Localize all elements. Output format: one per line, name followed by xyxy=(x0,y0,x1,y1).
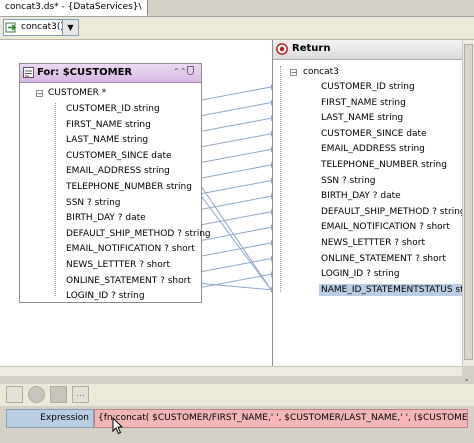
for-clause-icon xyxy=(23,67,34,78)
return-field-selected[interactable]: NAME_ID_STATEMENTSTATUS string xyxy=(319,283,474,296)
source-field[interactable]: FIRST_NAME string xyxy=(66,119,151,131)
expression-label: Expression xyxy=(6,409,94,428)
source-panel-header[interactable]: For: $CUSTOMER ⌃⌃ xyxy=(20,64,201,83)
source-panel-title: For: $CUSTOMER xyxy=(37,67,133,78)
return-icon xyxy=(276,43,288,55)
source-field[interactable]: EMAIL_NOTIFICATION ? short xyxy=(66,243,195,255)
source-field[interactable]: CUSTOMER_SINCE date xyxy=(66,150,172,162)
source-field[interactable]: DEFAULT_SHIP_METHOD ? string xyxy=(66,228,211,240)
collapse-toggle-icon[interactable]: − xyxy=(290,69,297,77)
source-field[interactable]: SSN ? string xyxy=(66,197,121,209)
function-selector-label: concat3() xyxy=(21,22,64,32)
tree-guide xyxy=(55,103,56,297)
return-field[interactable]: TELEPHONE_NUMBER string xyxy=(321,159,447,171)
return-field[interactable]: SSN ? string xyxy=(321,175,376,187)
return-field[interactable]: EMAIL_ADDRESS string xyxy=(321,143,425,155)
return-field[interactable]: LAST_NAME string xyxy=(321,112,403,124)
return-panel[interactable]: Return concat3− CUSTOMER_ID string FIRST_N… xyxy=(272,40,474,366)
source-field[interactable]: CUSTOMER_ID string xyxy=(66,103,160,115)
return-field[interactable]: ONLINE_STATEMENT ? short xyxy=(321,253,446,265)
more-icon[interactable]: … xyxy=(72,386,89,403)
return-field[interactable]: LOGIN_ID ? string xyxy=(321,268,400,280)
expression-input[interactable]: {fn:concat( $CUSTOMER/FIRST_NAME,' ', $C… xyxy=(94,409,468,428)
vertical-scrollbar-thumb[interactable] xyxy=(464,44,473,360)
source-field[interactable]: TELEPHONE_NUMBER string xyxy=(66,181,192,193)
return-panel-header[interactable]: Return xyxy=(273,40,463,60)
blank-button[interactable] xyxy=(6,386,23,403)
return-field[interactable]: CUSTOMER_SINCE date xyxy=(321,128,427,140)
collapse-toggle-icon[interactable]: − xyxy=(36,90,43,98)
save-icon[interactable] xyxy=(50,386,67,403)
chevron-down-icon[interactable]: ▼ xyxy=(62,20,78,35)
editor-tab-bar: concat3.ds* - {DataServices}\ xyxy=(0,0,474,17)
tree-guide xyxy=(280,66,281,293)
expression-row: Expression {fn:concat( $CUSTOMER/FIRST_N… xyxy=(0,406,474,443)
source-panel[interactable]: For: $CUSTOMER ⌃⌃ CUSTOMER * − CUSTOMER_ID… xyxy=(19,63,211,303)
source-field[interactable]: BIRTH_DAY ? date xyxy=(66,212,146,224)
return-field[interactable]: DEFAULT_SHIP_METHOD ? string xyxy=(321,206,466,218)
expression-toolbar: … xyxy=(0,384,474,407)
source-field[interactable]: LAST_NAME string xyxy=(66,134,148,146)
source-field[interactable]: EMAIL_ADDRESS string xyxy=(66,165,170,177)
function-icon xyxy=(5,22,17,33)
editor-tab[interactable]: concat3.ds* - {DataServices}\ xyxy=(0,0,148,16)
shield-icon[interactable] xyxy=(187,66,194,75)
cancel-icon[interactable] xyxy=(28,386,45,403)
toolbar: concat3() ▼ xyxy=(0,17,474,40)
return-root-node[interactable]: concat3 xyxy=(303,66,339,78)
return-panel-title: Return xyxy=(292,43,331,54)
return-field[interactable]: CUSTOMER_ID string xyxy=(321,81,415,93)
collapse-icon[interactable]: ⌃⌃ xyxy=(173,67,186,76)
mouse-cursor-icon xyxy=(112,417,124,435)
return-field[interactable]: NEWS_LETTTER ? short xyxy=(321,237,425,249)
source-root-node[interactable]: CUSTOMER * xyxy=(48,87,106,99)
source-field[interactable]: ONLINE_STATEMENT ? short xyxy=(66,275,191,287)
return-field[interactable]: FIRST_NAME string xyxy=(321,97,406,109)
source-field[interactable]: NEWS_LETTTER ? short xyxy=(66,259,170,271)
chevron-down-icon[interactable]: ⌄ xyxy=(463,374,470,383)
return-field[interactable]: BIRTH_DAY ? date xyxy=(321,190,401,202)
function-selector[interactable]: concat3() ▼ xyxy=(3,19,79,36)
return-field[interactable]: EMAIL_NOTIFICATION ? short xyxy=(321,221,450,233)
vertical-scrollbar[interactable] xyxy=(462,40,474,366)
source-field[interactable]: LOGIN_ID ? string xyxy=(66,290,145,302)
